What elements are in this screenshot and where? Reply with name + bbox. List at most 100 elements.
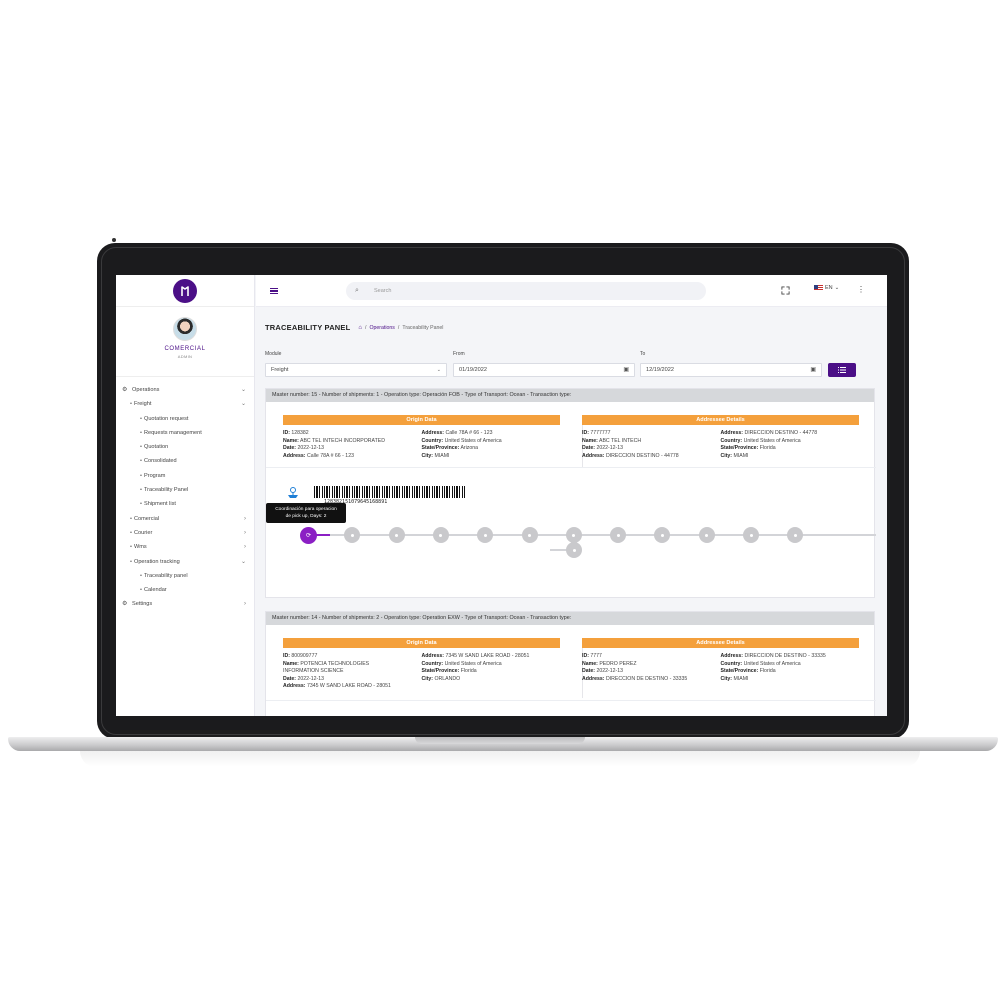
timeline-step[interactable] bbox=[565, 527, 582, 543]
gear-icon: ⚙ bbox=[122, 387, 128, 393]
breadcrumb-operations[interactable]: Operations bbox=[370, 325, 395, 331]
info-line: Date: 2022-12-13 bbox=[582, 668, 623, 674]
info-line: Country: United States of America bbox=[720, 437, 801, 444]
timeline-step[interactable] bbox=[787, 527, 804, 543]
ship-icon bbox=[288, 487, 298, 498]
from-date-input[interactable]: 01/19/2022 ▣ bbox=[453, 363, 635, 377]
sidebar-item-settings[interactable]: ⚙ Settings › bbox=[116, 597, 254, 611]
chevron-down-icon: ⌄ bbox=[240, 401, 246, 408]
addressee-details: Addressee Details ID: 7777777 Name: ABC … bbox=[582, 415, 859, 460]
timeline-tooltip: Coordinación para operacion de pick up, … bbox=[266, 503, 346, 523]
refresh-icon: ⟳ bbox=[305, 532, 312, 539]
app-screen: COMERCIAL ADMIN ⚙ Operations ⌄ • Freight ⌄ •… bbox=[116, 275, 887, 716]
more-options-icon[interactable]: ⋮ bbox=[857, 285, 865, 294]
info-line: Address: Calle 78A # 66 - 123 bbox=[421, 430, 493, 436]
module-label: Module bbox=[265, 351, 282, 357]
sidebar-item-traceability-panel[interactable]: • Traceability Panel bbox=[116, 483, 254, 497]
origin-title: Origin Data bbox=[283, 415, 560, 425]
timeline-step[interactable] bbox=[388, 527, 405, 543]
sidebar-item-consolidated[interactable]: • Consolidated bbox=[116, 454, 254, 468]
info-line: State/Province: Florida bbox=[720, 668, 776, 674]
card-header: Master number: 14 - Number of shipments:… bbox=[266, 612, 874, 625]
info-line: Address: 7345 W SAND LAKE ROAD - 28051 bbox=[421, 653, 530, 659]
timeline-step[interactable] bbox=[477, 527, 494, 543]
timeline-step[interactable] bbox=[610, 527, 627, 543]
info-line: State/Province: Florida bbox=[720, 445, 776, 451]
camera-dot bbox=[112, 238, 116, 242]
calendar-icon[interactable]: ▣ bbox=[810, 364, 816, 376]
shipment-card: Master number: 14 - Number of shipments:… bbox=[265, 611, 876, 716]
brand-logo[interactable] bbox=[173, 278, 197, 303]
sidebar-item-requests-management[interactable]: • Requests management bbox=[116, 426, 254, 440]
list-view-button[interactable] bbox=[828, 363, 856, 377]
sidebar-item-freight[interactable]: • Freight ⌄ bbox=[116, 397, 254, 411]
info-line: Address: Calle 78A # 66 - 123 bbox=[283, 452, 354, 459]
shipment-card: Master number: 15 - Number of shipments:… bbox=[265, 388, 876, 598]
info-line: Name: ABC TEL INTECH bbox=[582, 437, 642, 444]
home-icon[interactable]: ⌂ bbox=[358, 325, 362, 331]
timeline-step[interactable] bbox=[698, 527, 715, 543]
us-flag-icon bbox=[814, 285, 823, 291]
module-select[interactable]: Freight ⌄ bbox=[265, 363, 447, 377]
info-line: State/Province: Florida bbox=[421, 668, 477, 674]
sidebar-item-courier[interactable]: • Courier › bbox=[116, 526, 254, 540]
sidebar-item-calendar[interactable]: • Calendar bbox=[116, 583, 254, 597]
sidebar-item-shipment-list[interactable]: • Shipment list bbox=[116, 497, 254, 511]
timeline-step[interactable] bbox=[521, 527, 538, 543]
timeline-step[interactable] bbox=[654, 527, 671, 543]
addressee-title: Addressee Details bbox=[582, 415, 859, 425]
shipment-timeline: 128382151079645168891 Coordinación para … bbox=[266, 484, 876, 594]
barcode bbox=[314, 486, 466, 498]
origin-data: Origin Data ID: 128382 Name: ABC TEL INT… bbox=[283, 415, 560, 460]
language-label: EN bbox=[825, 285, 833, 291]
user-profile: COMERCIAL ADMIN bbox=[116, 307, 254, 377]
chevron-right-icon: › bbox=[244, 515, 246, 522]
timeline-step[interactable] bbox=[743, 527, 759, 543]
info-line: Country: United States of America bbox=[421, 437, 502, 444]
info-line: City: MIAMI bbox=[720, 675, 749, 682]
sidebar-item-traceability-panel-sub[interactable]: • Traceability panel bbox=[116, 569, 254, 583]
timeline-step[interactable]: ⟳ bbox=[300, 527, 317, 544]
timeline-step[interactable] bbox=[566, 542, 582, 558]
info-line: State/Province: Arizona bbox=[421, 445, 479, 451]
info-line: Address: DIRECCION DESTINO - 44778 bbox=[720, 430, 818, 436]
to-label: To bbox=[640, 351, 646, 357]
list-icon bbox=[838, 367, 846, 373]
to-date-input[interactable]: 12/19/2022 ▣ bbox=[640, 363, 822, 377]
top-bar: ⌕ Search EN ⌄ ⋮ bbox=[256, 275, 887, 307]
breadcrumb: ⌂ / Operations / Traceability Panel bbox=[358, 324, 444, 331]
timeline-step[interactable] bbox=[432, 527, 449, 543]
main-content: TRACEABILITY PANEL ⌂ / Operations / Trac… bbox=[256, 308, 887, 716]
settings-icon: ⚙ bbox=[122, 601, 128, 608]
info-line: ID: 7777777 bbox=[582, 430, 611, 436]
timeline-step[interactable] bbox=[344, 527, 361, 543]
sidebar-item-operations[interactable]: ⚙ Operations ⌄ bbox=[116, 383, 254, 397]
sidebar-item-operation-tracking[interactable]: • Operation tracking ⌄ bbox=[116, 555, 254, 569]
sidebar-item-quotation[interactable]: • Quotation bbox=[116, 440, 254, 454]
sidebar-item-comercial[interactable]: • Comercial › bbox=[116, 512, 254, 526]
sidebar-item-quotation-request[interactable]: • Quotation request bbox=[116, 412, 254, 426]
avatar[interactable] bbox=[173, 317, 197, 341]
sidebar-item-program[interactable]: • Program bbox=[116, 469, 254, 483]
info-line: Address: DIRECCION DE DESTINO - 33335 bbox=[582, 675, 688, 682]
addressee-title: Addressee Details bbox=[582, 638, 859, 648]
info-line: Name: POTENCIA TECHNOLOGIES bbox=[283, 660, 370, 667]
calendar-icon[interactable]: ▣ bbox=[623, 364, 629, 376]
sidebar-item-wms[interactable]: • Wms › bbox=[116, 540, 254, 554]
profile-role: ADMIN bbox=[177, 354, 193, 359]
info-line: City: MIAMI bbox=[421, 452, 450, 459]
language-selector[interactable]: EN ⌄ bbox=[814, 285, 839, 291]
chevron-right-icon: › bbox=[244, 529, 246, 536]
breadcrumb-current: Traceability Panel bbox=[402, 324, 444, 331]
search-input[interactable]: ⌕ Search bbox=[346, 282, 706, 300]
origin-title: Origin Data bbox=[283, 638, 560, 648]
search-icon: ⌕ bbox=[355, 287, 359, 294]
chevron-right-icon: › bbox=[244, 544, 246, 551]
chevron-down-icon: ⌄ bbox=[834, 285, 840, 291]
fullscreen-icon[interactable] bbox=[781, 286, 790, 295]
info-line: City: ORLANDO bbox=[421, 675, 461, 682]
card-header: Master number: 15 - Number of shipments:… bbox=[266, 389, 874, 402]
menu-toggle-icon[interactable] bbox=[270, 288, 278, 294]
info-line: Address: 7345 W SAND LAKE ROAD - 28051 bbox=[283, 683, 391, 689]
addressee-details: Addressee Details ID: 7777 Name: PEDRO P… bbox=[582, 638, 859, 691]
